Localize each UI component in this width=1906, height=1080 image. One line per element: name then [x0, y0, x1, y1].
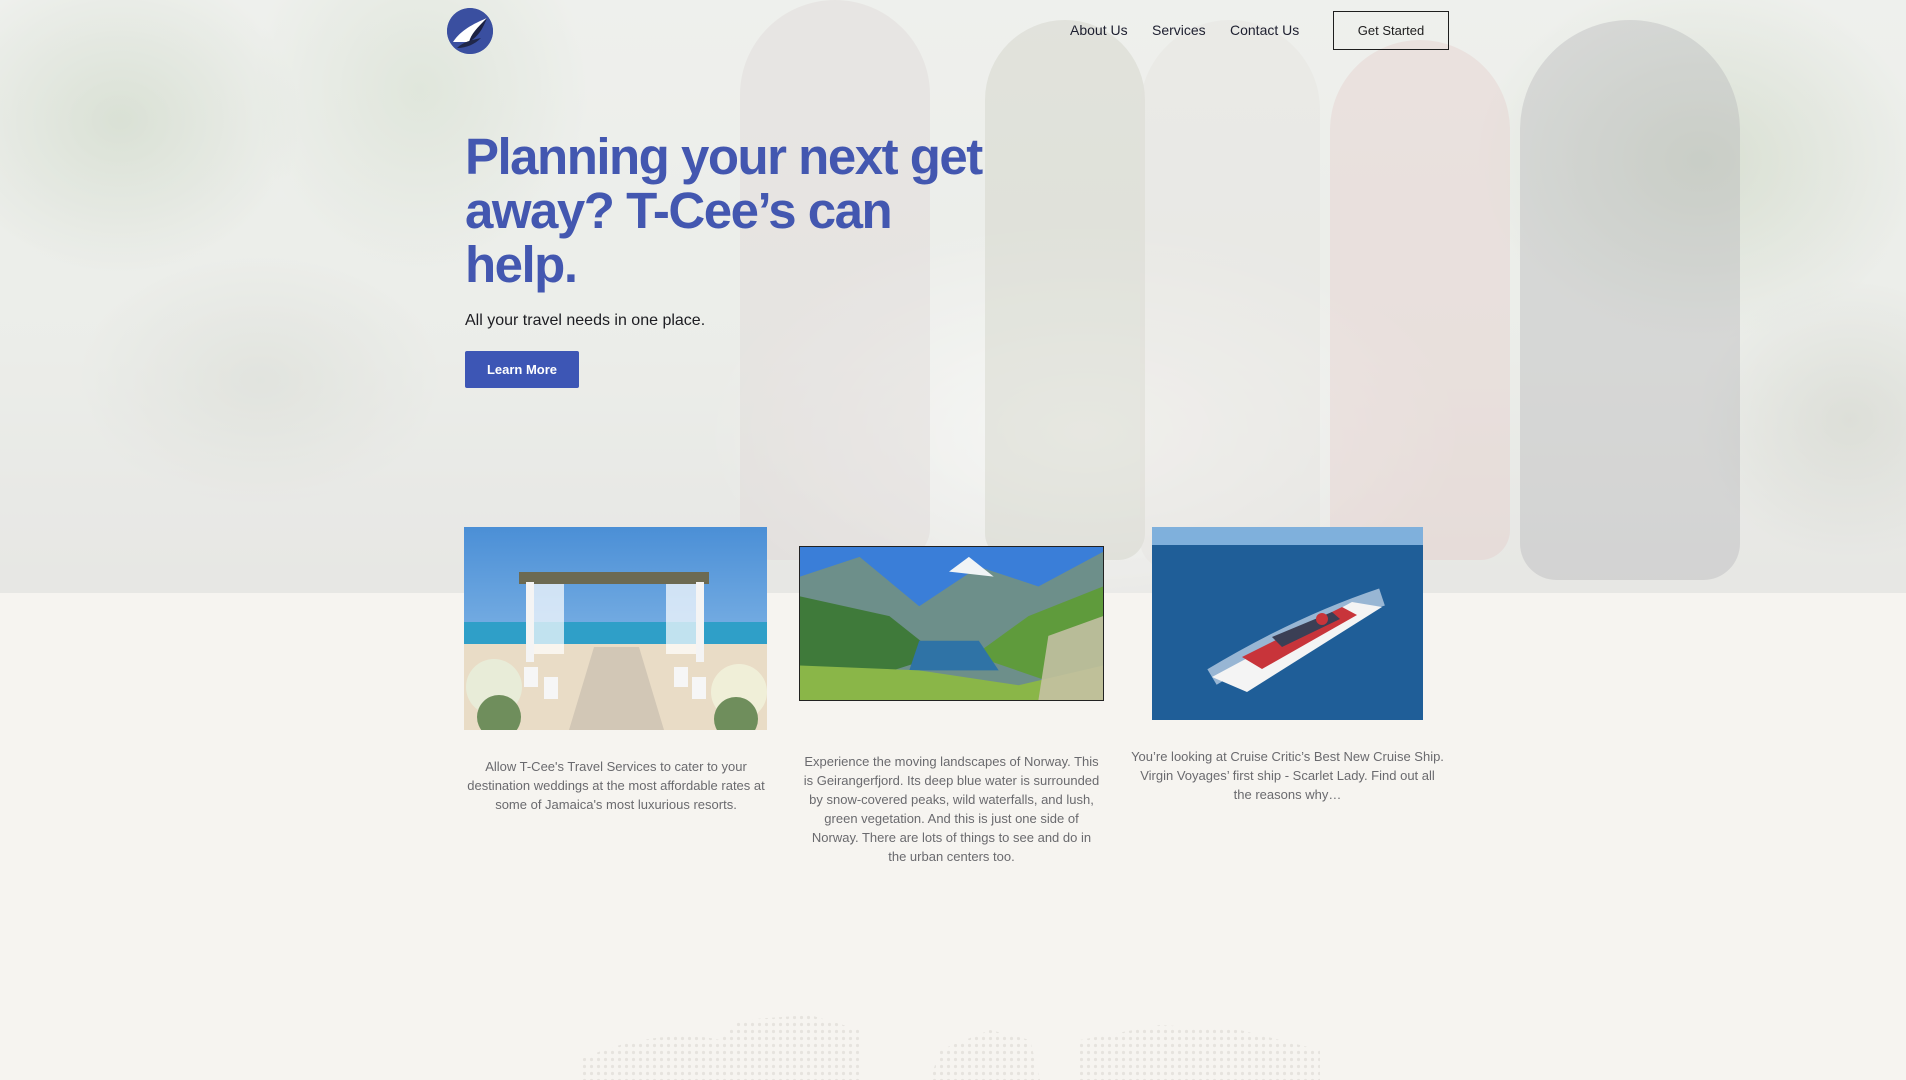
- hero-background-image: [0, 0, 1906, 593]
- hero-headline: Planning your next get away? T-Cee’s can…: [465, 128, 983, 293]
- norway-fjord-image: [799, 546, 1104, 701]
- cruise-ship-image: [1152, 527, 1423, 720]
- hero-subline: All your travel needs in one place.: [465, 312, 706, 329]
- hero-overlay: [0, 0, 1906, 593]
- bird-logo-icon[interactable]: [447, 8, 493, 54]
- nav-contact-us[interactable]: Contact Us: [1230, 22, 1299, 38]
- norway-description: Experience the moving landscapes of Norw…: [803, 754, 1100, 864]
- cruise-description: You’re looking at Cruise Critic’s Best N…: [1131, 749, 1444, 802]
- wedding-image: [464, 527, 767, 730]
- wedding-description: Allow T-Cee's Travel Services to cater t…: [467, 759, 765, 812]
- world-map-dots: [580, 1015, 1320, 1080]
- nav-about-us[interactable]: About Us: [1070, 22, 1128, 38]
- learn-more-button[interactable]: Learn More: [465, 351, 579, 388]
- nav-services[interactable]: Services: [1152, 22, 1206, 38]
- get-started-button[interactable]: Get Started: [1333, 11, 1449, 50]
